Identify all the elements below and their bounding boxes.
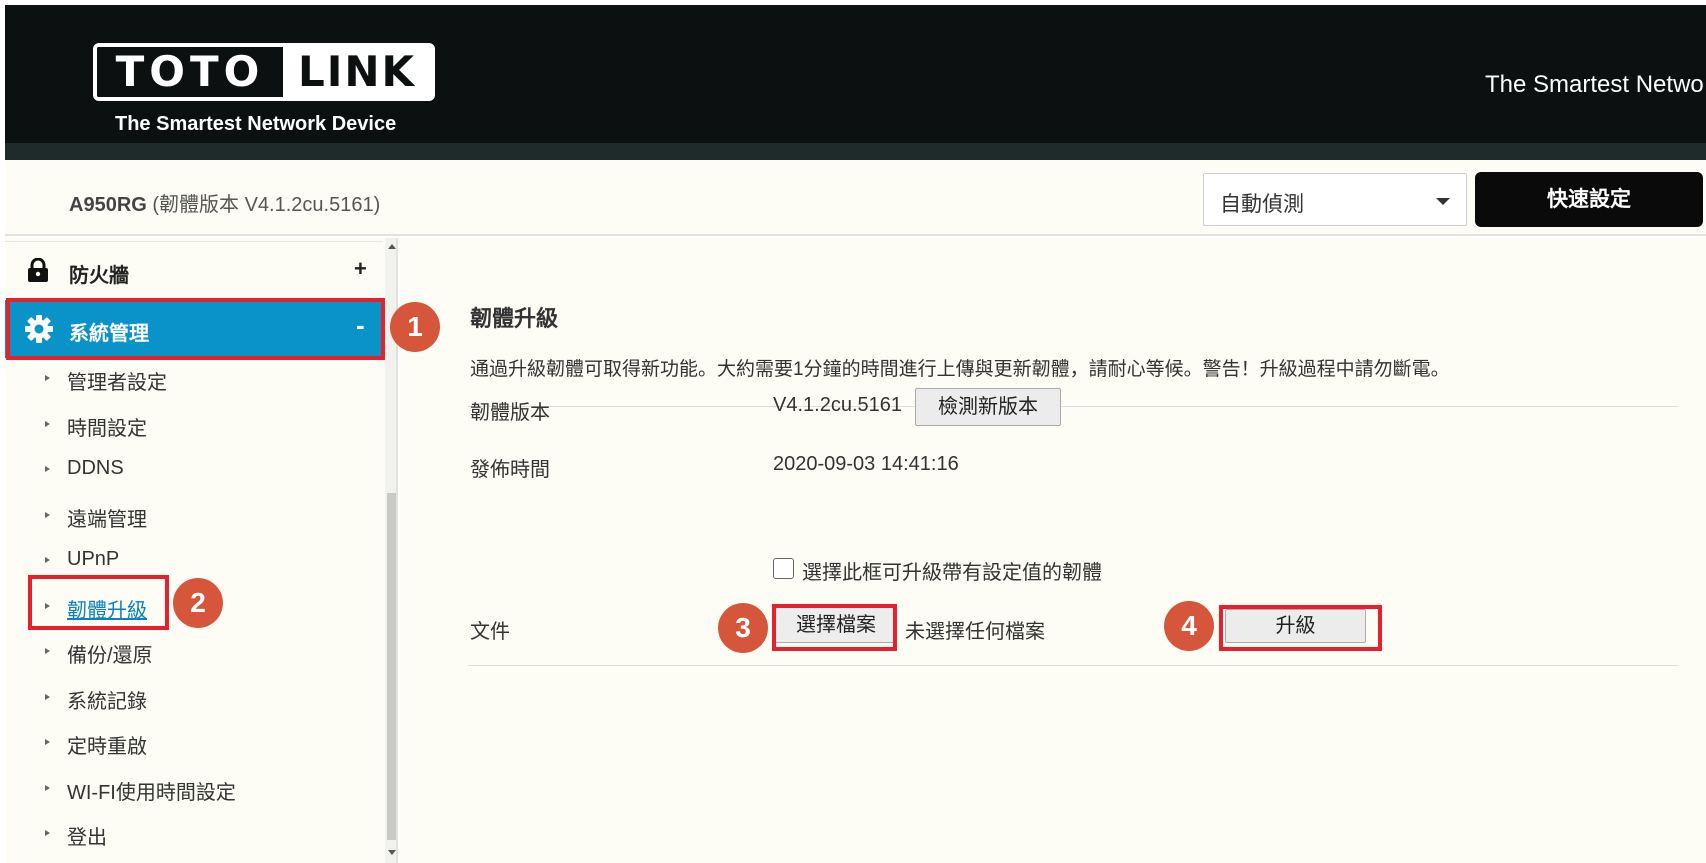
step-badge-4: 4 — [1164, 601, 1214, 651]
submenu-item-label: WI-FI使用時間設定 — [67, 781, 236, 804]
language-select[interactable]: 自動偵測 — [1203, 173, 1467, 226]
submenu-item-label: DDNS — [67, 457, 124, 479]
submenu-item-label: 遠端管理 — [67, 508, 147, 531]
bullet-icon — [45, 739, 50, 745]
top-bar: A950RG (韌體版本 V4.1.2cu.5161) 自動偵測 快速設定 — [5, 160, 1706, 236]
submenu-item-time-settings[interactable]: 時間設定 — [5, 402, 383, 448]
submenu-item-remote-management[interactable]: 遠端管理 — [5, 493, 383, 539]
submenu-item-label: 系統記錄 — [67, 690, 147, 713]
device-model-info: A950RG (韌體版本 V4.1.2cu.5161) — [69, 188, 380, 217]
submenu-item-label: 定時重啟 — [67, 736, 147, 758]
page-title: 韌體升級 — [470, 306, 559, 331]
language-select-value: 自動偵測 — [1220, 193, 1304, 216]
bullet-icon — [45, 420, 50, 427]
page-description: 通過升級韌體可取得新功能。大約需要1分鐘的時間進行上傳與更新韌體，請耐心等候。警… — [470, 359, 1450, 380]
chevron-down-icon — [1436, 198, 1450, 205]
sidebar-item-firewall[interactable]: 防火牆 + — [5, 241, 383, 299]
no-file-chosen-text: 未選擇任何檔案 — [905, 621, 1045, 643]
main-content: 韌體升級 通過升級韌體可取得新功能。大約需要1分鐘的時間進行上傳與更新韌體，請耐… — [400, 238, 1706, 863]
sidebar-item-label: 防火牆 — [69, 265, 129, 287]
step-badge-1: 1 — [390, 302, 440, 352]
release-time-label: 發佈時間 — [470, 459, 550, 481]
bullet-icon — [45, 466, 50, 472]
highlight-box-2 — [28, 575, 169, 630]
lock-icon — [27, 257, 49, 287]
submenu-item-label: 備份/還原 — [67, 645, 153, 667]
submenu-item-scheduled-reboot[interactable]: 定時重啟 — [5, 720, 383, 766]
submenu-item-label: 登出 — [67, 827, 107, 849]
scroll-down-icon[interactable] — [388, 850, 396, 855]
submenu-item-label: 管理者設定 — [67, 372, 167, 394]
header: TOTO LINK The Smartest Network Device Th… — [5, 5, 1706, 160]
logo-toto-text: TOTO — [97, 47, 283, 97]
check-new-version-button[interactable]: 檢測新版本 — [915, 388, 1061, 426]
bullet-icon — [45, 375, 50, 381]
divider — [468, 665, 1678, 666]
logo-wordmark: TOTO LINK — [93, 43, 435, 101]
step-badge-3: 3 — [718, 603, 768, 653]
bullet-icon — [45, 557, 50, 563]
keep-settings-label: 選擇此框可升級帶有設定值的韌體 — [802, 562, 1102, 584]
firmware-info: (韌體版本 V4.1.2cu.5161) — [152, 194, 381, 216]
highlight-box-4 — [1219, 605, 1382, 651]
release-time-value: 2020-09-03 14:41:16 — [773, 453, 959, 475]
logo-tagline: The Smartest Network Device — [115, 113, 397, 135]
scrollbar-thumb[interactable] — [387, 493, 396, 840]
expand-icon: + — [354, 256, 367, 281]
bullet-icon — [45, 693, 50, 700]
submenu-item-wifi-schedule[interactable]: WI-FI使用時間設定 — [5, 766, 383, 812]
firmware-version-label: 韌體版本 — [470, 402, 550, 424]
divider — [468, 406, 1678, 407]
submenu-item-system-log[interactable]: 系統記錄 — [5, 675, 383, 721]
bullet-icon — [45, 784, 50, 791]
firmware-version-value: V4.1.2cu.5161 — [773, 394, 902, 416]
bullet-icon — [45, 511, 50, 518]
model-name: A950RG — [69, 194, 147, 216]
header-slogan: The Smartest Netwo — [1485, 71, 1704, 98]
file-label: 文件 — [470, 621, 510, 643]
step-badge-2: 2 — [173, 578, 223, 628]
scroll-up-icon[interactable] — [388, 244, 396, 249]
submenu-item-ddns[interactable]: DDNS — [5, 447, 383, 493]
bullet-icon — [45, 830, 50, 836]
submenu-item-logout[interactable]: 登出 — [5, 811, 383, 857]
keep-settings-checkbox[interactable] — [773, 558, 794, 579]
highlight-box-3 — [772, 604, 897, 651]
submenu-item-label: 時間設定 — [67, 417, 147, 440]
submenu-item-backup-restore[interactable]: 備份/還原 — [5, 629, 383, 675]
bullet-icon — [45, 648, 50, 654]
header-band — [5, 143, 1706, 160]
highlight-box-1 — [6, 298, 385, 360]
quick-setup-button[interactable]: 快速設定 — [1475, 172, 1703, 227]
totolink-logo: TOTO LINK The Smartest Network Device — [93, 43, 435, 136]
logo-link-text: LINK — [283, 47, 431, 97]
submenu-item-admin-settings[interactable]: 管理者設定 — [5, 356, 383, 402]
submenu-item-label: UPnP — [67, 548, 120, 570]
